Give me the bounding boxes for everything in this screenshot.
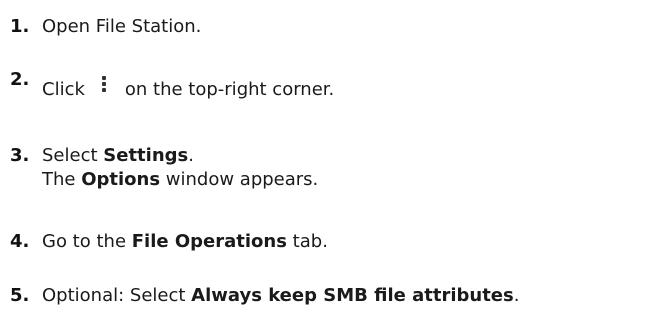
step-number: 3. (10, 145, 30, 166)
step-number: 5. (10, 285, 30, 306)
step-text: Open File Station. (42, 16, 202, 37)
result-suffix: window appears. (160, 169, 319, 190)
step-number: 1. (10, 16, 30, 37)
step-result: The Options window appears. (10, 168, 318, 192)
step-2: 2. Click on the top-right corner. (10, 69, 335, 102)
step-text-suffix: . (513, 285, 520, 306)
step-text-prefix: Go to the (42, 231, 132, 252)
ui-term-file-operations: File Operations (131, 231, 287, 252)
instruction-steps: 1. Open File Station. 2. Click on the top-r… (0, 0, 651, 322)
step-5: 5. Optional: Select Always keep SMB file … (10, 284, 519, 308)
step-number: 4. (10, 231, 30, 252)
step-text-suffix: . (188, 145, 194, 166)
step-3: 3. Select Settings. The Options window ap… (10, 144, 318, 192)
step-text-suffix: tab. (286, 231, 328, 252)
step-1: 1. Open File Station. (10, 15, 201, 39)
more-vertical-icon (93, 74, 117, 94)
ui-term-options: Options (81, 169, 161, 190)
ui-term-smb-attributes: Always keep SMB file attributes (191, 285, 514, 306)
ui-term-settings: Settings (103, 145, 189, 166)
result-prefix: The (42, 169, 82, 190)
step-text-before-icon: Click (42, 79, 85, 100)
step-text-after-icon: on the top-right corner. (124, 79, 335, 100)
step-text-prefix: Select (42, 145, 104, 166)
step-4: 4. Go to the File Operations tab. (10, 230, 328, 254)
step-number: 2. (10, 69, 30, 90)
step-text-prefix: Optional: Select (42, 285, 192, 306)
